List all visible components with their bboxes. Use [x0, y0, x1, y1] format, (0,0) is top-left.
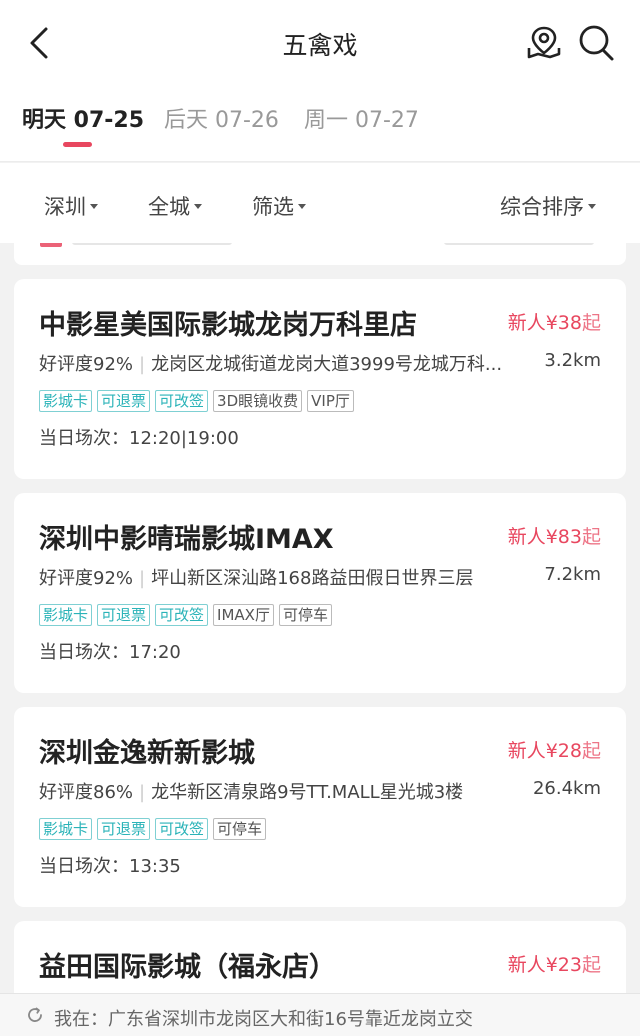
cinema-distance: 7.2km	[544, 564, 601, 585]
tag-badge: 影城卡	[39, 604, 93, 626]
current-location-text: 我在：广东省深圳市龙岗区大和街16号靠近龙岗立交	[54, 1009, 473, 1030]
cinema-name: 益田国际影城（福永店）	[39, 952, 336, 983]
date-tabs: 明天 07-25 后天 07-26 周一 07-27	[0, 86, 640, 162]
cinema-info: 好评度92% | 龙岗区龙城街道龙岗大道3999号龙城万科...	[39, 350, 519, 376]
tag-badge: 可退票	[97, 390, 151, 412]
filter-options-label: 筛选	[252, 195, 294, 219]
cinema-tags: 影城卡 可退票 可改签 IMAX厅 可停车	[39, 604, 332, 626]
cinema-price: 新人¥28起	[508, 736, 601, 763]
top-nav-bar: 五禽戏	[0, 0, 640, 86]
tag-badge: IMAX厅	[213, 604, 274, 626]
search-icon	[579, 25, 614, 61]
filter-bar: 深圳 全城 筛选 综合排序	[0, 163, 640, 243]
tab-date-monday[interactable]: 周一 07-27	[304, 102, 419, 134]
cinema-price: 新人¥83起	[508, 522, 601, 549]
tab-date-tomorrow[interactable]: 明天 07-25	[22, 102, 144, 134]
cinema-tags: 影城卡 可退票 可改签 可停车	[39, 818, 267, 840]
caret-down-icon	[90, 203, 98, 209]
cinema-rating: 好评度92%	[39, 354, 134, 375]
divider: |	[139, 782, 146, 803]
search-button[interactable]	[576, 22, 616, 62]
caret-down-icon	[298, 203, 306, 209]
price-value: 23	[557, 954, 582, 976]
cinema-card[interactable]: 中影星美国际影城龙岗万科里店 新人¥38起 好评度92% | 龙岗区龙城街道龙岗大道…	[14, 279, 626, 479]
cinema-info: 好评度86% | 龙华新区清泉路9号TT.MALL星光城3楼	[39, 778, 519, 804]
caret-down-icon	[194, 203, 202, 209]
cinema-tags: 影城卡 可退票 可改签 3D眼镜收费 VIP厅	[39, 390, 354, 412]
cinema-card[interactable]: 深圳中影晴瑞影城IMAX 新人¥83起 好评度92% | 坪山新区深汕路168路益田…	[14, 493, 626, 693]
filter-sort-label: 综合排序	[500, 195, 584, 219]
filter-area-label: 全城	[148, 195, 190, 219]
cinema-rating: 好评度86%	[39, 782, 134, 803]
partial-text	[444, 243, 594, 245]
cinema-address: 龙华新区清泉路9号TT.MALL星光城3楼	[151, 782, 464, 803]
cinema-distance: 26.4km	[532, 778, 601, 799]
cinema-card[interactable]: 深圳金逸新新影城 新人¥28起 好评度86% | 龙华新区清泉路9号TT.MALL星…	[14, 707, 626, 907]
price-value: 38	[557, 312, 582, 334]
tag-badge: 可退票	[97, 604, 151, 626]
filter-options[interactable]: 筛选	[252, 191, 306, 221]
cinema-address: 坪山新区深汕路168路益田假日世界三层	[151, 568, 474, 589]
price-prefix: 新人¥	[507, 740, 558, 762]
tag-badge: 可停车	[213, 818, 267, 840]
tag-badge: 影城卡	[39, 818, 93, 840]
partial-text	[72, 243, 232, 245]
filter-area[interactable]: 全城	[148, 191, 202, 221]
filter-city[interactable]: 深圳	[44, 191, 98, 221]
divider: |	[139, 568, 146, 589]
current-location-bar[interactable]: 我在：广东省深圳市龙岗区大和街16号靠近龙岗立交	[0, 993, 640, 1036]
tag-badge: VIP厅	[307, 390, 354, 412]
price-value: 83	[557, 526, 582, 548]
cinema-rating: 好评度92%	[39, 568, 134, 589]
cinema-info: 好评度92% | 坪山新区深汕路168路益田假日世界三层	[39, 564, 519, 590]
cinema-showtimes: 当日场次：12:20|19:00	[39, 428, 239, 449]
cinema-card-partial[interactable]	[14, 243, 626, 265]
tag-badge: 可改签	[155, 390, 209, 412]
price-value: 28	[557, 740, 582, 762]
tag-badge: 可改签	[155, 818, 209, 840]
cinema-price: 新人¥38起	[508, 308, 601, 335]
divider: |	[139, 354, 146, 375]
price-prefix: 新人¥	[507, 312, 558, 334]
price-suffix: 起	[581, 312, 601, 334]
caret-down-icon	[588, 203, 596, 209]
tag-badge: 3D眼镜收费	[213, 390, 303, 412]
cinema-name: 中影星美国际影城龙岗万科里店	[39, 310, 417, 341]
price-prefix: 新人¥	[507, 526, 558, 548]
tag-badge: 影城卡	[39, 390, 93, 412]
refresh-icon[interactable]	[26, 1006, 44, 1024]
cinema-showtimes: 当日场次：13:35	[39, 856, 181, 877]
price-suffix: 起	[581, 954, 601, 976]
price-suffix: 起	[581, 740, 601, 762]
filter-city-label: 深圳	[44, 195, 86, 219]
map-pin-icon	[527, 26, 561, 59]
filter-sort[interactable]: 综合排序	[500, 191, 596, 221]
active-tab-indicator	[63, 142, 92, 147]
cinema-showtimes: 当日场次：17:20	[39, 642, 181, 663]
tag-badge: 可退票	[97, 818, 151, 840]
tag-badge: 可停车	[278, 604, 332, 626]
tab-date-day-after[interactable]: 后天 07-26	[164, 102, 279, 134]
price-suffix: 起	[581, 526, 601, 548]
cinema-name: 深圳中影晴瑞影城IMAX	[39, 524, 334, 555]
tag-badge: 可改签	[155, 604, 209, 626]
cinema-address: 龙岗区龙城街道龙岗大道3999号龙城万科...	[151, 354, 503, 375]
cinema-price: 新人¥23起	[508, 950, 601, 977]
partial-tag	[40, 243, 62, 247]
cinema-name: 深圳金逸新新影城	[39, 738, 255, 769]
price-prefix: 新人¥	[507, 954, 558, 976]
cinema-distance: 3.2km	[544, 350, 601, 371]
map-button[interactable]	[524, 22, 564, 62]
